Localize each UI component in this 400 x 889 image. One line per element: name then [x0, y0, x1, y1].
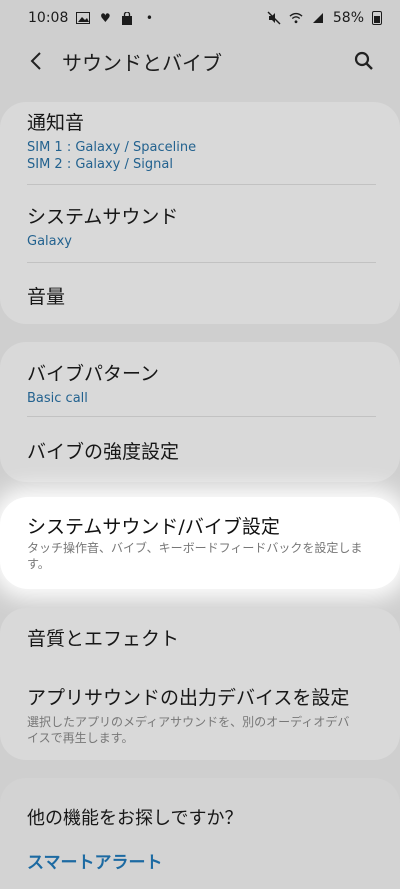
divider — [27, 262, 376, 263]
smart-alert-link-label: スマートアラート — [27, 853, 163, 873]
app-sound-output-title: アプリサウンドの出力デバイスを設定 — [27, 687, 350, 709]
system-sound-value: Galaxy — [27, 234, 73, 249]
status-time: 10:08 — [28, 10, 69, 26]
heart-icon: ♥ — [99, 11, 111, 25]
search-icon — [354, 51, 373, 70]
status-bar: 10:08 ♥ • 58% — [0, 0, 400, 36]
notification-sound-item[interactable]: 通知音 SIM 1 : Galaxy / Spaceline SIM 2 : G… — [27, 108, 376, 173]
page-title: サウンドとバイブ — [62, 50, 222, 75]
system-sound-item[interactable]: システムサウンド Galaxy — [27, 202, 376, 250]
battery-percent: 58% — [332, 10, 364, 26]
vibration-pattern-item[interactable]: バイブパターン Basic call — [27, 359, 376, 407]
smart-alert-link[interactable]: スマートアラート — [27, 848, 376, 873]
volume-item[interactable]: 音量 — [27, 282, 376, 309]
app-sound-output-desc: 選択したアプリのメディアサウンドを、別のオーディオデバイスで再生します。 — [27, 715, 350, 745]
signal-icon — [311, 11, 325, 25]
wifi-icon — [289, 11, 303, 25]
looking-for-more-title: 他の機能をお探しですか？ — [27, 808, 243, 829]
sound-settings-card: 通知音 SIM 1 : Galaxy / Spaceline SIM 2 : G… — [0, 102, 400, 324]
notification-sound-title: 通知音 — [27, 112, 85, 134]
battery-icon — [372, 11, 382, 25]
sound-quality-item[interactable]: 音質とエフェクト — [27, 624, 376, 651]
vibration-intensity-item[interactable]: バイブの強度設定 — [27, 437, 376, 464]
vibration-pattern-value: Basic call — [27, 391, 88, 406]
sim2-sound-value: SIM 2 : Galaxy / Signal — [27, 157, 173, 172]
mute-icon — [267, 11, 281, 25]
sim1-sound-value: SIM 1 : Galaxy / Spaceline — [27, 140, 197, 155]
app-sound-output-item[interactable]: アプリサウンドの出力デバイスを設定 選択したアプリのメディアサウンドを、別のオー… — [27, 683, 376, 746]
gallery-icon — [76, 11, 91, 25]
sound-quality-card: 音質とエフェクト アプリサウンドの出力デバイスを設定 選択したアプリのメディアサ… — [0, 608, 400, 760]
system-sound-title: システムサウンド — [27, 206, 179, 228]
back-button[interactable] — [20, 45, 52, 77]
chevron-left-icon — [30, 52, 41, 70]
system-sound-vibration-title: システムサウンド/バイブ設定 — [27, 516, 280, 538]
divider — [27, 184, 376, 185]
search-button[interactable] — [348, 45, 380, 77]
sound-quality-title: 音質とエフェクト — [27, 628, 180, 650]
looking-for-more-card: 他の機能をお探しですか？ スマートアラート — [0, 778, 400, 889]
divider — [27, 416, 376, 417]
vibration-intensity-title: バイブの強度設定 — [27, 441, 180, 463]
looking-for-more-heading: 他の機能をお探しですか？ — [27, 804, 376, 830]
system-sound-vibration-settings-item[interactable]: システムサウンド/バイブ設定 タッチ操作音、バイブ、キーボードフィードバックを設… — [0, 497, 400, 589]
app-header: サウンドとバイブ — [0, 36, 400, 86]
system-sound-vibration-desc: タッチ操作音、バイブ、キーボードフィードバックを設定します。 — [27, 541, 363, 571]
dot-icon: • — [145, 11, 153, 25]
vibration-settings-card: バイブパターン Basic call バイブの強度設定 — [0, 342, 400, 482]
shopping-bag-icon — [120, 11, 134, 25]
vibration-pattern-title: バイブパターン — [27, 363, 160, 385]
volume-title: 音量 — [27, 286, 66, 308]
